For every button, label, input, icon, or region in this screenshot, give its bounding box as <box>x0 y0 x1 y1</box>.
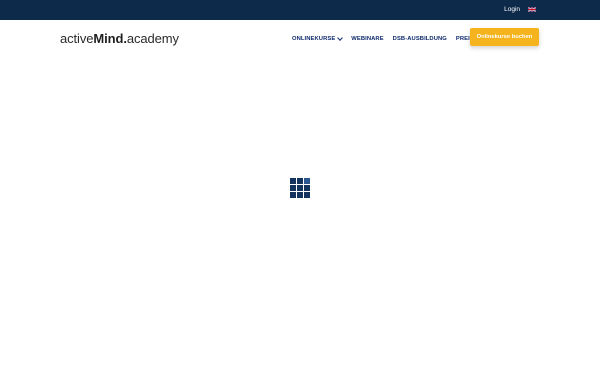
site-logo[interactable]: activeMind.academy <box>60 31 179 46</box>
loader-square <box>290 178 296 184</box>
login-link[interactable]: Login <box>504 6 520 14</box>
nav-item-webinare[interactable]: WEBINARE <box>351 35 383 43</box>
nav-item-dsb-ausbildung[interactable]: DSB-AUSBILDUNG <box>393 35 447 43</box>
book-courses-button[interactable]: Onlinekurse buchen <box>470 28 539 46</box>
top-bar: Login <box>0 0 600 20</box>
loader-square <box>304 192 310 198</box>
uk-flag-icon[interactable] <box>528 7 536 12</box>
site-header: activeMind.academy ONLINEKURSE WEBINARE … <box>0 20 600 58</box>
nav-item-label: DSB-AUSBILDUNG <box>392 36 447 42</box>
chevron-down-icon <box>337 35 344 41</box>
logo-text-academy: academy <box>126 31 179 46</box>
nav-item-label: ONLINEKURSE <box>292 36 336 42</box>
main-nav: ONLINEKURSE WEBINARE DSB-AUSBILDUNG PREI… <box>292 34 478 44</box>
loader-square <box>297 178 303 184</box>
logo-text-active: active <box>60 31 94 46</box>
loader-square <box>297 192 303 198</box>
loader-square <box>304 185 310 191</box>
loading-grid-icon <box>290 178 310 198</box>
nav-item-label: WEBINARE <box>351 36 384 42</box>
nav-item-onlinekurse[interactable]: ONLINEKURSE <box>292 35 344 43</box>
loader-square <box>304 178 310 184</box>
loader-square <box>290 185 296 191</box>
loader-square <box>290 192 296 198</box>
logo-text-mind: Mind <box>93 31 124 46</box>
loader-square <box>297 185 303 191</box>
